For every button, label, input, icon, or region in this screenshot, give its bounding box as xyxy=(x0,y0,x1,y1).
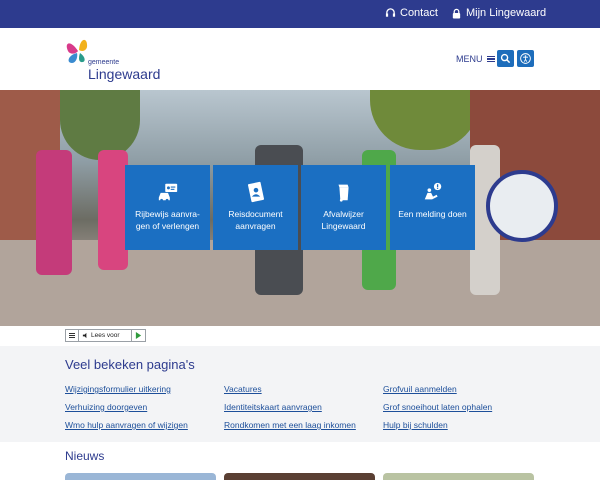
top-bar: Contact Mijn Lingewaard xyxy=(0,0,600,28)
search-icon xyxy=(500,53,511,64)
news-title: Nieuws xyxy=(65,449,105,463)
accessibility-icon xyxy=(520,53,531,64)
read-aloud-menu-button[interactable] xyxy=(66,330,79,341)
popular-link[interactable]: Identiteitskaart aanvragen xyxy=(224,402,322,412)
passport-icon xyxy=(247,181,265,203)
report-issue-icon xyxy=(424,182,442,200)
quick-task-tiles: Rijbewijs aanvra-gen of verlengen Reisdo… xyxy=(125,165,475,250)
menu-label: MENU xyxy=(456,54,483,64)
hero-photo-tree xyxy=(60,90,140,160)
play-icon xyxy=(135,332,142,339)
waste-bin-icon xyxy=(338,184,349,202)
contact-link[interactable]: Contact xyxy=(385,7,438,19)
mijn-lingewaard-label: Mijn Lingewaard xyxy=(466,7,547,19)
logo-name-text: Lingewaard xyxy=(88,66,161,82)
hero-photo-musician xyxy=(98,150,128,270)
popular-link[interactable]: Grof snoeihout laten ophalen xyxy=(383,402,492,412)
site-logo[interactable]: gemeente Lingewaard xyxy=(64,35,174,83)
hero-photo-tree xyxy=(370,90,480,150)
tile-rijbewijs[interactable]: Rijbewijs aanvra-gen of verlengen xyxy=(125,165,210,250)
tile-reisdocument[interactable]: Reisdocument aanvragen xyxy=(213,165,298,250)
play-button[interactable] xyxy=(131,330,145,341)
read-aloud-button[interactable]: Lees voor xyxy=(79,332,131,339)
search-button[interactable] xyxy=(497,50,514,67)
mijn-lingewaard-link[interactable]: Mijn Lingewaard xyxy=(451,7,546,19)
popular-pages-section: Veel bekeken pagina's Wijzigingsformulie… xyxy=(0,346,600,442)
popular-link[interactable]: Grofvuil aanmelden xyxy=(383,384,457,394)
popular-pages-title: Veel bekeken pagina's xyxy=(65,357,195,372)
hero-banner: Rijbewijs aanvra-gen of verlengen Reisdo… xyxy=(0,90,600,326)
hamburger-icon xyxy=(486,55,495,63)
read-aloud-label: Lees voor xyxy=(91,332,120,339)
read-aloud-bar: Lees voor xyxy=(65,329,146,342)
drivers-license-icon xyxy=(158,183,178,202)
news-card-image[interactable] xyxy=(224,473,375,480)
tile-melding-label: Een melding doen xyxy=(398,209,467,219)
hero-photo-drum xyxy=(486,170,558,242)
popular-link[interactable]: Wmo hulp aanvragen of wijzigen xyxy=(65,420,188,430)
news-card-image[interactable] xyxy=(383,473,534,480)
tile-melding[interactable]: Een melding doen xyxy=(390,165,475,250)
speaker-icon xyxy=(82,332,87,339)
popular-link[interactable]: Vacatures xyxy=(224,384,262,394)
tile-afvalwijzer-label: Afvalwijzer Lingewaard xyxy=(321,209,366,231)
popular-link[interactable]: Rondkomen met een laag inkomen xyxy=(224,420,356,430)
tile-afvalwijzer[interactable]: Afvalwijzer Lingewaard xyxy=(301,165,386,250)
hero-photo-musician xyxy=(36,150,72,275)
menu-button[interactable]: MENU xyxy=(456,54,495,64)
accessibility-button[interactable] xyxy=(517,50,534,67)
support-icon xyxy=(385,7,396,17)
site-header: gemeente Lingewaard MENU xyxy=(0,28,600,90)
contact-label: Contact xyxy=(400,7,438,19)
popular-link[interactable]: Hulp bij schulden xyxy=(383,420,448,430)
news-card-image[interactable] xyxy=(65,473,216,480)
popular-link[interactable]: Wijzigingsformulier uitkering xyxy=(65,384,171,394)
logo-gemeente-text: gemeente xyxy=(88,59,120,66)
popular-link[interactable]: Verhuizing doorgeven xyxy=(65,402,147,412)
tile-rijbewijs-label: Rijbewijs aanvra-gen of verlengen xyxy=(135,209,200,231)
lock-icon xyxy=(452,8,461,19)
tile-reisdocument-label: Reisdocument aanvragen xyxy=(228,209,283,231)
